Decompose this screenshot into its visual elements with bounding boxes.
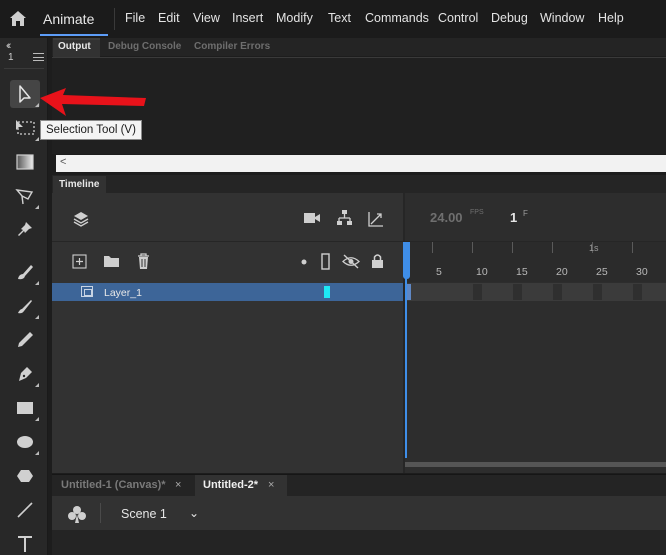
line-icon[interactable]	[10, 496, 40, 524]
ruler-major-tick	[472, 242, 473, 253]
tool-column-count[interactable]: 1	[8, 52, 14, 63]
ruler-label: 5	[436, 266, 442, 278]
frame-unit: F	[523, 209, 528, 218]
oval-icon[interactable]	[10, 428, 40, 456]
free-transform-icon[interactable]	[10, 114, 40, 142]
ruler-label: 20	[556, 266, 568, 278]
timeline-horizontal-scrollbar[interactable]	[405, 462, 666, 467]
tab-debug-console[interactable]: Debug Console	[108, 41, 181, 52]
app-name[interactable]: Animate	[43, 11, 94, 27]
tab-output[interactable]: Output	[58, 41, 91, 52]
pencil-icon[interactable]	[10, 326, 40, 354]
tool-tooltip: Selection Tool (V)	[40, 120, 142, 140]
parenting-icon[interactable]	[336, 209, 354, 227]
document-tab-untitled-1[interactable]: Untitled-1 (Canvas)*	[61, 479, 166, 491]
visibility-hidden-icon[interactable]	[341, 254, 361, 269]
outline-toggle-icon[interactable]	[321, 253, 330, 270]
tab-compiler-errors[interactable]: Compiler Errors	[194, 41, 270, 52]
scroll-left-arrow-icon[interactable]: <	[60, 156, 66, 168]
layers-header-divider	[52, 241, 403, 242]
frame-ruler[interactable]	[405, 242, 666, 282]
pin-icon[interactable]	[10, 216, 40, 244]
menu-commands[interactable]: Commands	[365, 11, 429, 25]
folder-icon[interactable]	[103, 255, 120, 268]
layer-type-icon	[81, 286, 93, 297]
home-icon[interactable]	[8, 9, 28, 29]
polystar-icon[interactable]	[10, 462, 40, 490]
menu-control[interactable]: Control	[438, 11, 478, 25]
document-tab-untitled-2[interactable]: Untitled-2*	[203, 479, 258, 491]
ruler-label: 30	[636, 266, 648, 278]
ruler-label: 10	[476, 266, 488, 278]
second-marker: 1s	[589, 243, 599, 253]
lock-icon[interactable]	[371, 253, 384, 269]
fps-value[interactable]: 24.00	[430, 210, 463, 225]
ruler-label: 15	[516, 266, 528, 278]
collapse-panel-button[interactable]: ‹‹	[6, 40, 12, 52]
close-tab-icon[interactable]: ×	[268, 479, 274, 491]
trash-icon[interactable]	[136, 253, 151, 270]
ruler-label: 25	[596, 266, 608, 278]
layer-frames-row[interactable]	[405, 283, 666, 301]
layers-panel	[52, 193, 403, 473]
layer-color-swatch[interactable]	[324, 286, 330, 298]
toolbar-divider	[4, 68, 44, 69]
menu-file[interactable]: File	[125, 11, 145, 25]
fps-unit: FPS	[470, 209, 484, 216]
timeline-tab-bar	[52, 175, 666, 193]
text-icon[interactable]	[10, 530, 40, 555]
menu-view[interactable]: View	[193, 11, 220, 25]
app-name-underline	[40, 34, 108, 36]
menu-debug[interactable]: Debug	[491, 11, 528, 25]
ruler-major-tick	[552, 242, 553, 253]
pen-icon[interactable]	[10, 360, 40, 388]
frame-span-marker	[513, 284, 522, 300]
layer-name[interactable]: Layer_1	[104, 287, 142, 299]
graph-icon[interactable]	[367, 210, 385, 228]
ruler-major-tick	[632, 242, 633, 253]
paint-brush-icon[interactable]	[10, 258, 40, 286]
highlight-dot-icon[interactable]	[301, 259, 307, 265]
close-tab-icon[interactable]: ×	[175, 479, 181, 491]
ruler-major-tick	[512, 242, 513, 253]
add-layer-icon[interactable]	[72, 254, 87, 269]
tab-timeline[interactable]: Timeline	[53, 176, 106, 194]
scene-name[interactable]: Scene 1	[121, 507, 167, 521]
frame-span-marker	[593, 284, 602, 300]
animate-window: Animate File Edit View Insert Modify Tex…	[0, 0, 666, 555]
brush-icon[interactable]	[10, 292, 40, 320]
edit-symbols-icon[interactable]	[67, 504, 87, 524]
menu-insert[interactable]: Insert	[232, 11, 263, 25]
selection-arrow-icon[interactable]	[10, 80, 40, 108]
gradient-icon[interactable]	[10, 148, 40, 176]
menu-help[interactable]: Help	[598, 11, 624, 25]
output-horizontal-scrollbar[interactable]	[56, 155, 666, 172]
hamburger-menu-icon[interactable]	[33, 53, 44, 61]
menu-edit[interactable]: Edit	[158, 11, 180, 25]
stage-area	[52, 530, 666, 555]
lasso-icon[interactable]	[10, 182, 40, 210]
menu-text[interactable]: Text	[328, 11, 351, 25]
scene-bar-divider	[100, 503, 101, 523]
rectangle-icon[interactable]	[10, 394, 40, 422]
frame-span-marker	[553, 284, 562, 300]
frame-span-marker	[473, 284, 482, 300]
playhead-handle[interactable]	[403, 242, 410, 279]
red-pointer-arrow-icon	[38, 85, 148, 119]
camera-icon[interactable]	[303, 211, 321, 225]
frame-span-marker	[633, 284, 642, 300]
layers-stack-icon[interactable]	[72, 210, 90, 228]
current-frame-value[interactable]: 1	[510, 210, 517, 225]
ruler-major-tick	[432, 242, 433, 253]
chevron-down-icon[interactable]: ⌄	[189, 506, 199, 520]
menu-separator	[114, 8, 115, 30]
menu-window[interactable]: Window	[540, 11, 584, 25]
frames-panel	[405, 193, 666, 473]
menu-modify[interactable]: Modify	[276, 11, 313, 25]
